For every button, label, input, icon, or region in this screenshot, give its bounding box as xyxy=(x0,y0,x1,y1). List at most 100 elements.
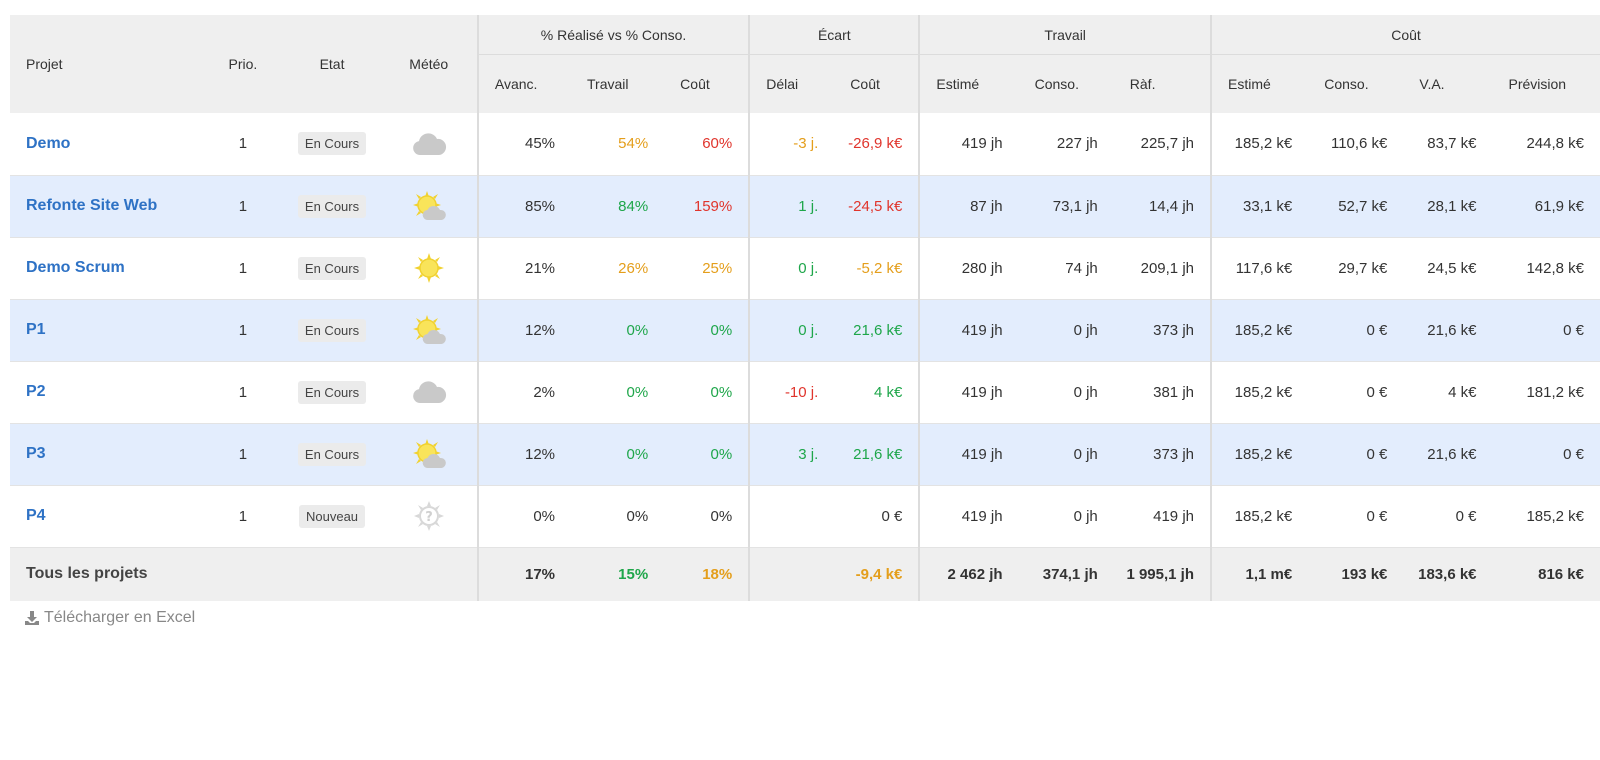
cout-prevision-value: 0 € xyxy=(1563,321,1584,339)
project-name-link[interactable]: P1 xyxy=(10,299,202,361)
priority-value: 1 xyxy=(238,135,248,153)
project-name-link[interactable]: Demo Scrum xyxy=(10,237,202,299)
cout-estime-value: 185,2 k€ xyxy=(1209,485,1309,547)
status-badge: En Cours xyxy=(297,442,367,466)
cout-va-value: 4 k€ xyxy=(1448,383,1477,401)
cout-conso-value: 52,7 k€ xyxy=(1338,197,1388,215)
header-cout-conso[interactable]: Conso. xyxy=(1308,55,1403,114)
total-cout-percent: 18% xyxy=(702,565,733,583)
table-row[interactable]: Demo Scrum 1 En Cours 21% 26% 25% 0 j. -5,2 k€ 2… xyxy=(10,237,1600,299)
travail-percent-value: 54% xyxy=(618,135,649,153)
download-label: Télécharger en Excel xyxy=(44,609,196,626)
avancement-value: 12% xyxy=(476,423,572,485)
project-name-link[interactable]: P4 xyxy=(10,485,202,547)
total-row: Tous les projets 17% 15% 18% -9,4 k€ 2 462 jh… xyxy=(10,547,1600,601)
cout-prevision-value: 181,2 k€ xyxy=(1526,383,1584,401)
priority-value: 1 xyxy=(238,259,248,277)
total-travail-conso: 374,1 jh xyxy=(1042,565,1098,583)
cout-va-value: 21,6 k€ xyxy=(1427,321,1477,339)
delai-ecart-value: -3 j. xyxy=(748,113,835,175)
cout-estime-value: 117,6 k€ xyxy=(1209,237,1309,299)
header-meteo[interactable]: Météo xyxy=(381,15,478,113)
header-avanc[interactable]: Avanc. xyxy=(476,54,572,113)
sun-cloud-icon xyxy=(381,438,477,470)
priority-value: 1 xyxy=(238,445,248,463)
header-delai[interactable]: Délai xyxy=(748,54,835,113)
status-cell: En Cours xyxy=(283,299,380,361)
total-cout-conso: 193 k€ xyxy=(1341,565,1388,583)
header-travail[interactable]: Travail xyxy=(571,55,664,114)
travail-percent-value: 0% xyxy=(626,445,649,463)
travail-conso-value: 0 jh xyxy=(1073,383,1098,401)
cout-estime-value: 185,2 k€ xyxy=(1209,299,1309,361)
status-badge: En Cours xyxy=(297,380,367,404)
cout-va-value: 28,1 k€ xyxy=(1427,197,1477,215)
header-cout-estime[interactable]: Estimé xyxy=(1209,54,1309,113)
cout-ecart-value: 21,6 k€ xyxy=(853,321,903,339)
cout-percent-value: 0% xyxy=(710,445,733,463)
weather-cell xyxy=(381,299,478,361)
cout-percent-value: 159% xyxy=(693,197,733,215)
header-cout-va[interactable]: V.A. xyxy=(1403,55,1492,114)
header-cout[interactable]: Coût xyxy=(664,55,749,114)
weather-cell xyxy=(381,113,478,175)
projects-table: Projet Prio. Etat Météo % Réalisé vs % C… xyxy=(10,15,1600,601)
travail-estime-value: 419 jh xyxy=(918,361,1019,423)
status-badge: En Cours xyxy=(297,194,367,218)
travail-estime-value: 419 jh xyxy=(918,485,1019,547)
travail-conso-value: 74 jh xyxy=(1065,259,1098,277)
travail-estime-value: 87 jh xyxy=(918,175,1019,237)
delai-ecart-value: -10 j. xyxy=(748,361,835,423)
project-name-link[interactable]: Refonte Site Web xyxy=(10,175,202,237)
travail-estime-value: 419 jh xyxy=(918,423,1019,485)
header-ecart-cout[interactable]: Coût xyxy=(834,55,919,114)
cout-prevision-value: 61,9 k€ xyxy=(1534,197,1584,215)
total-cout-estime: 1,1 m€ xyxy=(1209,547,1309,601)
delai-ecart-value xyxy=(748,485,835,547)
cout-prevision-value: 0 € xyxy=(1563,445,1584,463)
avancement-value: 12% xyxy=(476,299,572,361)
avancement-value: 21% xyxy=(476,237,572,299)
delai-ecart-value: 3 j. xyxy=(748,423,835,485)
unknown-weather-icon: ? xyxy=(381,500,477,532)
status-badge: Nouveau xyxy=(299,504,366,528)
travail-estime-value: 419 jh xyxy=(918,299,1019,361)
travail-conso-value: 0 jh xyxy=(1073,507,1098,525)
travail-percent-value: 0% xyxy=(626,507,649,525)
table-row[interactable]: Refonte Site Web 1 En Cours 85% 84% 159% 1 j. -… xyxy=(10,175,1600,237)
project-name-link[interactable]: P2 xyxy=(10,361,202,423)
project-name-link[interactable]: P3 xyxy=(10,423,202,485)
weather-cell xyxy=(381,361,478,423)
cout-percent-value: 60% xyxy=(702,135,733,153)
header-etat[interactable]: Etat xyxy=(283,15,380,113)
table-row[interactable]: P4 1 Nouveau? 0% 0% 0% 0 € 419 jh 0 jh 419 jh 185,… xyxy=(10,485,1600,547)
cout-ecart-value: -24,5 k€ xyxy=(848,197,903,215)
travail-estime-value: 419 jh xyxy=(918,113,1019,175)
priority-value: 1 xyxy=(238,507,248,525)
status-cell: En Cours xyxy=(283,237,380,299)
table-row[interactable]: P2 1 En Cours 2% 0% 0% -10 j. 4 k€ 419 jh 0 jh 381… xyxy=(10,361,1600,423)
table-row[interactable]: P3 1 En Cours 12% 0% 0% 3 j. 21,6 k€ 419 jh 0 jh 3… xyxy=(10,423,1600,485)
total-travail-raf: 1 995,1 jh xyxy=(1126,565,1194,583)
header-travail-raf[interactable]: Ràf. xyxy=(1114,55,1211,114)
total-cout-prevision: 816 k€ xyxy=(1538,565,1584,583)
cout-conso-value: 0 € xyxy=(1366,445,1388,463)
cout-estime-value: 185,2 k€ xyxy=(1209,113,1309,175)
header-travail-estime[interactable]: Estimé xyxy=(918,54,1019,113)
avancement-value: 85% xyxy=(476,175,572,237)
avancement-value: 45% xyxy=(476,113,572,175)
project-name-link[interactable]: Demo xyxy=(10,113,202,175)
travail-raf-value: 373 jh xyxy=(1153,321,1194,339)
total-cout-ecart: -9,4 k€ xyxy=(855,565,903,583)
table-row[interactable]: Demo 1 En Cours 45% 54% 60% -3 j. -26,9 k€ 419 j… xyxy=(10,113,1600,175)
header-prio[interactable]: Prio. xyxy=(202,15,283,113)
table-row[interactable]: P1 1 En Cours 12% 0% 0% 0 j. 21,6 k€ 419 jh 0 jh 3… xyxy=(10,299,1600,361)
download-excel-link[interactable]: Télécharger en Excel xyxy=(24,609,195,627)
status-cell: En Cours xyxy=(283,113,380,175)
header-projet[interactable]: Projet xyxy=(10,15,202,113)
cout-ecart-value: 0 € xyxy=(881,507,903,525)
travail-raf-value: 373 jh xyxy=(1153,445,1194,463)
header-travail-conso[interactable]: Conso. xyxy=(1019,55,1114,114)
cout-estime-value: 33,1 k€ xyxy=(1209,175,1309,237)
header-cout-prevision[interactable]: Prévision xyxy=(1493,55,1600,114)
